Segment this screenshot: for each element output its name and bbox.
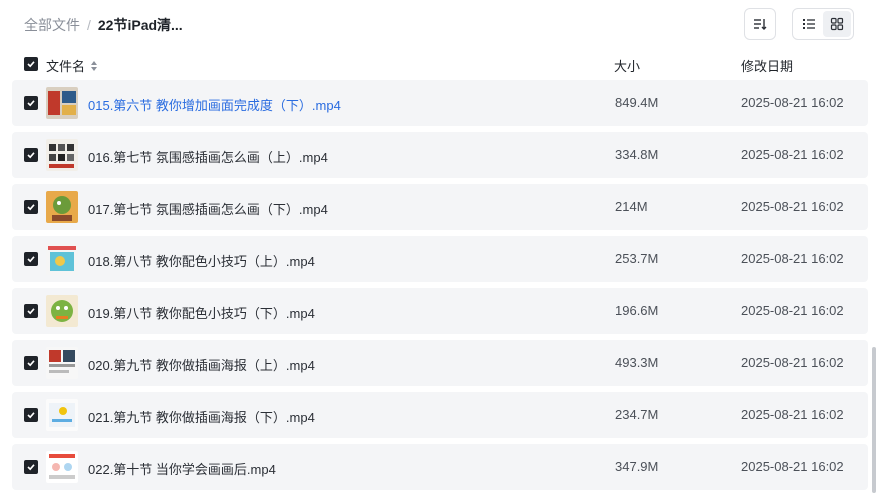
file-size: 493.3M bbox=[615, 355, 659, 370]
row-checkbox[interactable] bbox=[24, 408, 38, 422]
grid-view-icon bbox=[830, 17, 844, 31]
file-name[interactable]: 017.第七节 氛围感插画怎么画（下）.mp4 bbox=[88, 199, 328, 218]
video-thumbnail bbox=[46, 191, 78, 223]
breadcrumb-current: 22节iPad清... bbox=[97, 17, 183, 33]
video-thumbnail bbox=[46, 87, 78, 119]
file-size: 196.6M bbox=[615, 303, 659, 318]
breadcrumb-separator: / bbox=[87, 17, 91, 33]
file-name[interactable]: 015.第六节 教你增加画面完成度（下）.mp4 bbox=[88, 95, 341, 114]
check-icon bbox=[27, 100, 35, 107]
file-date: 2025-08-21 16:02 bbox=[741, 95, 844, 110]
check-icon bbox=[27, 412, 35, 419]
check-icon bbox=[27, 464, 35, 471]
check-icon bbox=[27, 308, 35, 315]
file-date: 2025-08-21 16:02 bbox=[741, 303, 844, 318]
file-name[interactable]: 021.第九节 教你做插画海报（下）.mp4 bbox=[88, 407, 315, 426]
file-size: 253.7M bbox=[615, 251, 659, 266]
file-row[interactable]: 022.第十节 当你学会画画后.mp4 347.9M 2025-08-21 16… bbox=[12, 444, 868, 490]
video-thumbnail bbox=[46, 295, 78, 327]
select-all-checkbox[interactable] bbox=[24, 57, 38, 71]
file-size: 347.9M bbox=[615, 459, 659, 474]
file-date: 2025-08-21 16:02 bbox=[741, 251, 844, 266]
sort-button[interactable] bbox=[744, 8, 776, 40]
video-thumbnail bbox=[46, 451, 78, 483]
file-size: 214M bbox=[615, 199, 648, 214]
column-header-name[interactable]: 文件名 bbox=[46, 56, 99, 75]
file-date: 2025-08-21 16:02 bbox=[741, 407, 844, 422]
file-row[interactable]: 018.第八节 教你配色小技巧（上）.mp4 253.7M 2025-08-21… bbox=[12, 236, 868, 282]
row-checkbox[interactable] bbox=[24, 252, 38, 266]
row-checkbox[interactable] bbox=[24, 356, 38, 370]
check-icon bbox=[27, 360, 35, 367]
column-header-date[interactable]: 修改日期 bbox=[741, 56, 793, 75]
list-view-button[interactable] bbox=[795, 11, 823, 37]
file-date: 2025-08-21 16:02 bbox=[741, 355, 844, 370]
file-size: 234.7M bbox=[615, 407, 659, 422]
video-thumbnail bbox=[46, 139, 78, 171]
column-header-size[interactable]: 大小 bbox=[614, 56, 640, 75]
file-size: 849.4M bbox=[615, 95, 659, 110]
row-checkbox[interactable] bbox=[24, 96, 38, 110]
row-checkbox[interactable] bbox=[24, 200, 38, 214]
file-name[interactable]: 016.第七节 氛围感插画怎么画（上）.mp4 bbox=[88, 147, 328, 166]
breadcrumb: 全部文件 / 22节iPad清... bbox=[24, 15, 183, 35]
sort-toggle-icon bbox=[91, 60, 98, 71]
file-row[interactable]: 021.第九节 教你做插画海报（下）.mp4 234.7M 2025-08-21… bbox=[12, 392, 868, 438]
check-icon bbox=[27, 256, 35, 263]
file-name[interactable]: 020.第九节 教你做插画海报（上）.mp4 bbox=[88, 355, 315, 374]
file-list: 015.第六节 教你增加画面完成度（下）.mp4 849.4M 2025-08-… bbox=[12, 80, 868, 495]
view-toggle bbox=[792, 8, 854, 40]
file-list-header: 文件名 大小 修改日期 bbox=[12, 50, 868, 78]
sort-icon bbox=[754, 19, 767, 30]
file-date: 2025-08-21 16:02 bbox=[741, 459, 844, 474]
video-thumbnail bbox=[46, 399, 78, 431]
grid-view-button[interactable] bbox=[823, 11, 851, 37]
row-checkbox[interactable] bbox=[24, 304, 38, 318]
file-name[interactable]: 019.第八节 教你配色小技巧（下）.mp4 bbox=[88, 303, 315, 322]
video-thumbnail bbox=[46, 347, 78, 379]
column-name-label: 文件名 bbox=[46, 59, 86, 74]
row-checkbox[interactable] bbox=[24, 460, 38, 474]
check-icon bbox=[27, 61, 35, 68]
video-thumbnail bbox=[46, 243, 78, 275]
check-icon bbox=[27, 204, 35, 211]
file-name[interactable]: 022.第十节 当你学会画画后.mp4 bbox=[88, 459, 276, 478]
file-date: 2025-08-21 16:02 bbox=[741, 147, 844, 162]
file-row[interactable]: 020.第九节 教你做插画海报（上）.mp4 493.3M 2025-08-21… bbox=[12, 340, 868, 386]
breadcrumb-root[interactable]: 全部文件 bbox=[24, 15, 80, 35]
check-icon bbox=[27, 152, 35, 159]
file-row[interactable]: 015.第六节 教你增加画面完成度（下）.mp4 849.4M 2025-08-… bbox=[12, 80, 868, 126]
vertical-scrollbar[interactable] bbox=[872, 347, 876, 493]
file-name[interactable]: 018.第八节 教你配色小技巧（上）.mp4 bbox=[88, 251, 315, 270]
file-row[interactable]: 017.第七节 氛围感插画怎么画（下）.mp4 214M 2025-08-21 … bbox=[12, 184, 868, 230]
file-size: 334.8M bbox=[615, 147, 659, 162]
file-row[interactable]: 016.第七节 氛围感插画怎么画（上）.mp4 334.8M 2025-08-2… bbox=[12, 132, 868, 178]
row-checkbox[interactable] bbox=[24, 148, 38, 162]
file-date: 2025-08-21 16:02 bbox=[741, 199, 844, 214]
file-row[interactable]: 019.第八节 教你配色小技巧（下）.mp4 196.6M 2025-08-21… bbox=[12, 288, 868, 334]
top-bar: 全部文件 / 22节iPad清... bbox=[0, 0, 878, 48]
list-view-icon bbox=[803, 19, 815, 29]
